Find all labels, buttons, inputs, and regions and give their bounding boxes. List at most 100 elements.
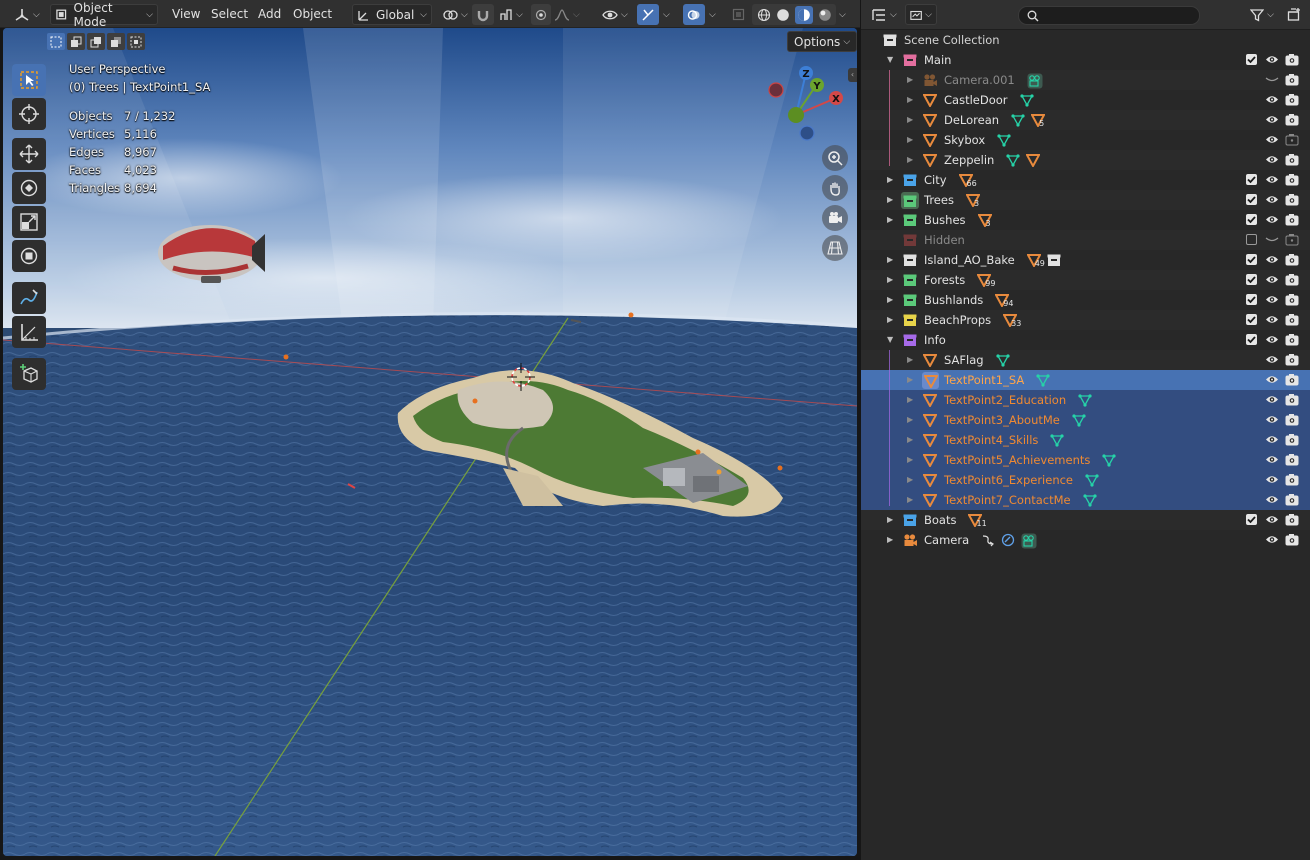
expand-arrow-icon[interactable]: ▶ — [907, 450, 913, 470]
render-camera-icon[interactable] — [1285, 73, 1299, 86]
outliner-item-name[interactable]: SAFlag — [944, 350, 984, 370]
orientation-dropdown[interactable]: Global ⌵ — [352, 4, 432, 25]
select-subtract-button[interactable] — [87, 33, 105, 50]
expand-arrow-icon[interactable]: ▶ — [907, 90, 913, 110]
tool-measure[interactable] — [12, 316, 46, 348]
outliner-row[interactable]: ▶ SAFlag — [861, 350, 1310, 370]
tool-add-cube[interactable] — [12, 358, 46, 390]
render-camera-icon[interactable] — [1285, 433, 1299, 446]
outliner-row[interactable]: ▶ TextPoint3_AboutMe — [861, 410, 1310, 430]
visibility-eye-icon[interactable] — [1265, 173, 1279, 186]
outliner-row[interactable]: ▶ TextPoint1_SA — [861, 370, 1310, 390]
scene-collection-row[interactable]: Scene Collection — [861, 30, 1310, 50]
exclude-checkbox[interactable] — [1246, 314, 1257, 325]
outliner-item-name[interactable]: Camera.001 — [944, 70, 1015, 90]
sidebar-toggle[interactable]: ‹ — [848, 68, 857, 82]
visibility-eye-icon[interactable] — [1265, 313, 1279, 326]
outliner-row[interactable]: ▶ City 66 — [861, 170, 1310, 190]
editor-type-button[interactable]: ⌵ — [14, 4, 44, 25]
filter-dropdown[interactable]: ⌵ — [1245, 4, 1279, 25]
outliner-item-name[interactable]: BeachProps — [924, 310, 991, 330]
visibility-eye-icon[interactable] — [1265, 453, 1279, 466]
render-camera-icon[interactable] — [1285, 233, 1299, 246]
outliner-search-input[interactable] — [1018, 6, 1200, 25]
outliner-item-name[interactable]: Info — [924, 330, 946, 350]
outliner-row[interactable]: ▶ Camera — [861, 530, 1310, 550]
visibility-eye-icon[interactable] — [1265, 273, 1279, 286]
render-camera-icon[interactable] — [1285, 533, 1299, 546]
outliner-item-name[interactable]: Camera — [924, 530, 969, 550]
select-difference-button[interactable] — [107, 33, 125, 50]
visibility-eye-icon[interactable] — [1265, 433, 1279, 446]
gizmo-toggle[interactable] — [637, 4, 659, 25]
expand-arrow-icon[interactable]: ▶ — [887, 170, 893, 190]
visibility-eye-icon[interactable] — [1265, 393, 1279, 406]
outliner-row[interactable]: ▶ Camera.001 — [861, 70, 1310, 90]
navigation-gizmo[interactable]: Z Y X — [767, 65, 853, 145]
exclude-checkbox[interactable] — [1246, 194, 1257, 205]
visibility-eye-icon[interactable] — [1265, 473, 1279, 486]
expand-arrow-icon[interactable]: ▶ — [907, 130, 913, 150]
render-camera-icon[interactable] — [1285, 313, 1299, 326]
expand-arrow-icon[interactable]: ▶ — [907, 110, 913, 130]
menu-add[interactable]: Add — [258, 5, 281, 24]
outliner-row[interactable]: ▶ TextPoint6_Experience — [861, 470, 1310, 490]
outliner-item-name[interactable]: Skybox — [944, 130, 985, 150]
viewport-3d[interactable]: Options ⌵ User Perspective (0) Trees | Te… — [3, 28, 857, 856]
render-camera-icon[interactable] — [1285, 493, 1299, 506]
outliner-item-name[interactable]: TextPoint4_Skills — [944, 430, 1038, 450]
shading-dropdown[interactable]: ⌵ — [836, 4, 852, 25]
pan-button[interactable] — [822, 175, 848, 201]
render-camera-icon[interactable] — [1285, 133, 1299, 146]
outliner-item-name[interactable]: Boats — [924, 510, 956, 530]
outliner-item-name[interactable]: TextPoint1_SA — [944, 370, 1024, 390]
falloff-dropdown[interactable]: ⌵ — [552, 4, 580, 25]
expand-arrow-icon[interactable]: ▶ — [907, 350, 913, 370]
exclude-checkbox[interactable] — [1246, 54, 1257, 65]
render-camera-icon[interactable] — [1285, 253, 1299, 266]
tool-scale[interactable] — [12, 206, 46, 238]
outliner-row[interactable]: ▶ TextPoint5_Achievements — [861, 450, 1310, 470]
expand-arrow-icon[interactable]: ▶ — [887, 190, 893, 210]
outliner-item-name[interactable]: TextPoint3_AboutMe — [944, 410, 1060, 430]
expand-arrow-icon[interactable]: ▶ — [907, 150, 913, 170]
visibility-eye-icon[interactable] — [1265, 73, 1279, 86]
exclude-checkbox[interactable] — [1246, 214, 1257, 225]
visibility-eye-icon[interactable] — [1265, 193, 1279, 206]
outliner-item-name[interactable]: TextPoint7_ContactMe — [944, 490, 1071, 510]
render-camera-icon[interactable] — [1285, 53, 1299, 66]
outliner-item-name[interactable]: TextPoint5_Achievements — [944, 450, 1090, 470]
solid-shading-button[interactable] — [776, 8, 790, 22]
expand-arrow-icon[interactable]: ▶ — [907, 470, 913, 490]
wireframe-shading-button[interactable] — [757, 8, 771, 22]
pivot-dropdown[interactable]: ⌵ — [438, 4, 474, 25]
visibility-eye-icon[interactable] — [1265, 293, 1279, 306]
overlays-dropdown[interactable]: ⌵ — [706, 4, 722, 25]
outliner-row[interactable]: ▼ Main — [861, 50, 1310, 70]
outliner-item-name[interactable]: City — [924, 170, 947, 190]
snap-toggle[interactable] — [472, 4, 494, 25]
options-dropdown[interactable]: Options ⌵ — [787, 31, 857, 52]
collapse-arrow-icon[interactable]: ▼ — [887, 50, 893, 70]
visibility-eye-icon[interactable] — [1265, 413, 1279, 426]
outliner-row[interactable]: ▶ TextPoint2_Education — [861, 390, 1310, 410]
xray-toggle[interactable] — [728, 4, 748, 25]
expand-arrow-icon[interactable]: ▶ — [907, 410, 913, 430]
outliner-row[interactable]: ▶ Bushes 3 — [861, 210, 1310, 230]
outliner-item-name[interactable]: Forests — [924, 270, 965, 290]
new-collection-button[interactable] — [1283, 4, 1305, 25]
outliner-item-name[interactable]: TextPoint6_Experience — [944, 470, 1073, 490]
tool-transform[interactable] — [12, 240, 46, 272]
render-camera-icon[interactable] — [1285, 373, 1299, 386]
material-shading-button[interactable] — [794, 5, 813, 24]
expand-arrow-icon[interactable]: ▶ — [887, 530, 893, 550]
overlays-toggle[interactable] — [683, 4, 705, 25]
visibility-eye-icon[interactable] — [1265, 93, 1279, 106]
expand-arrow-icon[interactable]: ▶ — [887, 270, 893, 290]
expand-arrow-icon[interactable]: ▶ — [907, 70, 913, 90]
proportional-edit-toggle[interactable] — [531, 4, 551, 25]
expand-arrow-icon[interactable]: ▶ — [887, 210, 893, 230]
expand-arrow-icon[interactable]: ▶ — [887, 510, 893, 530]
visibility-eye-icon[interactable] — [1265, 213, 1279, 226]
zoom-button[interactable] — [822, 145, 848, 171]
